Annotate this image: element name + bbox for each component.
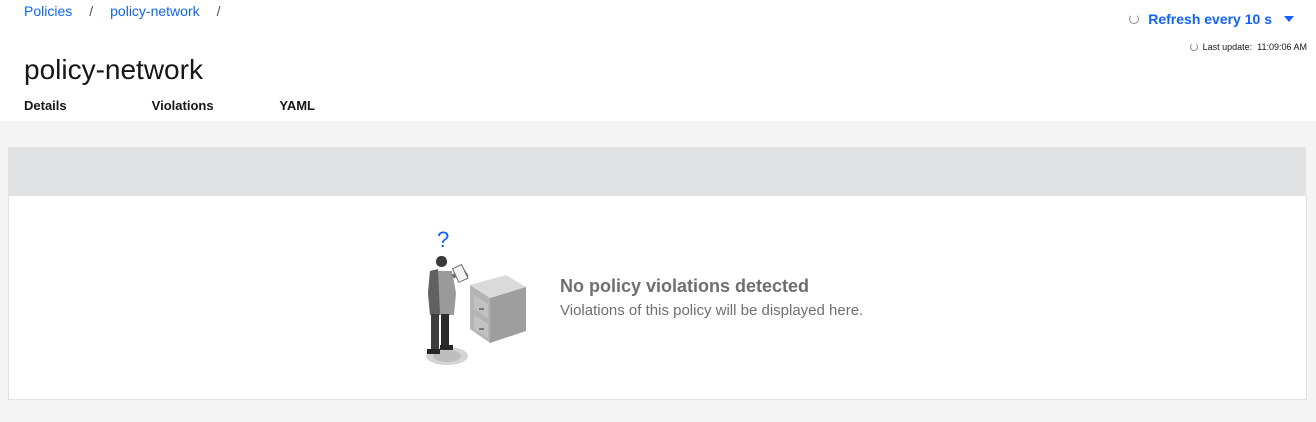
tab-violations[interactable]: Violations (135, 90, 264, 125)
tab-yaml[interactable]: YAML (263, 90, 391, 125)
breadcrumb: Policies / policy-network / (24, 3, 238, 19)
tab-details[interactable]: Details (8, 90, 136, 125)
refresh-spinner-icon (1189, 43, 1198, 51)
refresh-spinner-icon (1129, 14, 1140, 24)
breadcrumb-link-policy-network[interactable]: policy-network (110, 3, 199, 19)
question-mark: ? (437, 227, 449, 252)
breadcrumb-separator: / (216, 3, 221, 19)
violations-table-header (8, 147, 1306, 196)
last-update-time: 11:09:06 AM (1257, 42, 1307, 52)
violations-table-body (8, 196, 1307, 400)
breadcrumb-separator: / (89, 3, 94, 19)
empty-state-title: No policy violations detected (560, 276, 810, 296)
last-update-label: Last update: (1202, 42, 1253, 52)
breadcrumb-link-policies[interactable]: Policies (24, 3, 72, 19)
empty-state-description: Violations of this policy will be displa… (560, 302, 864, 319)
person-with-file-cabinet-illustration: ? (426, 227, 526, 365)
page-title: policy-network (24, 53, 203, 85)
caret-down-icon (1284, 16, 1294, 22)
last-update-status: Last update: 11:09:06 AM (1189, 42, 1307, 52)
refresh-interval-dropdown[interactable]: Refresh every 10 s (1129, 11, 1294, 27)
refresh-interval-label: Refresh every 10 s (1148, 11, 1272, 27)
